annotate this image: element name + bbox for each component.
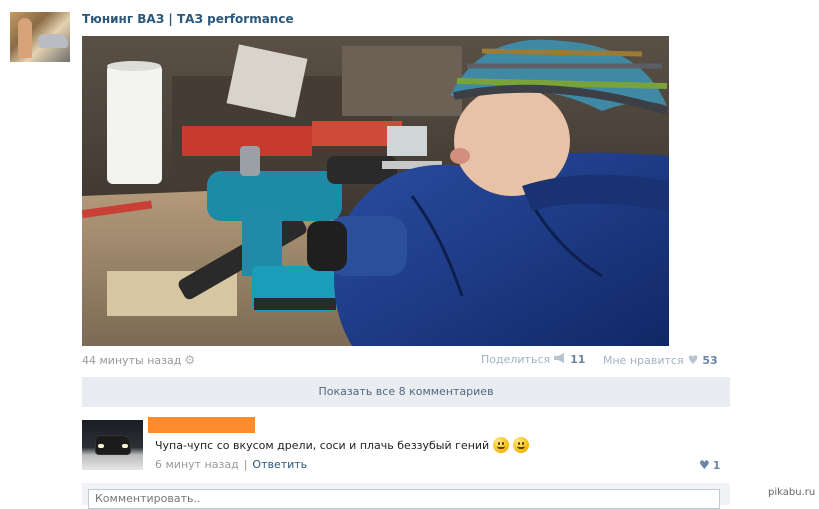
wink-emoji-icon bbox=[513, 437, 530, 453]
share-count: 11 bbox=[570, 353, 586, 366]
post-time-text: 44 минуты назад bbox=[82, 353, 182, 367]
comment-input-area bbox=[82, 483, 730, 509]
comment-input[interactable] bbox=[88, 488, 720, 509]
like-label: Мне нравится bbox=[603, 353, 684, 367]
commenter-avatar[interactable] bbox=[82, 420, 143, 470]
reply-link[interactable]: Ответить bbox=[252, 458, 307, 471]
like-count: 53 bbox=[702, 353, 718, 367]
comment-like-button[interactable]: ♥ 1 bbox=[699, 458, 720, 472]
gear-icon[interactable]: ⚙ bbox=[184, 353, 195, 367]
comment-text: Чупа-чупс со вкусом дрели, соси и плачь … bbox=[155, 438, 490, 452]
heart-icon: ♥ bbox=[687, 353, 699, 367]
photo-illustration bbox=[82, 36, 669, 346]
comment-meta-separator: | bbox=[243, 458, 248, 471]
avatar-car bbox=[38, 34, 68, 48]
comment-meta: 6 минут назад | Ответить bbox=[155, 458, 307, 471]
heart-icon: ♥ bbox=[699, 458, 710, 472]
show-all-comments-button[interactable]: Показать все 8 комментариев bbox=[82, 377, 730, 407]
avatar-headlight bbox=[98, 444, 104, 448]
grin-emoji-icon bbox=[493, 437, 510, 453]
comment-like-count: 1 bbox=[712, 458, 721, 472]
share-button[interactable]: Поделиться 11 bbox=[481, 353, 585, 366]
post-photo[interactable] bbox=[82, 36, 669, 346]
comment-time: 6 минут назад bbox=[155, 458, 239, 471]
share-label: Поделиться bbox=[481, 353, 551, 366]
watermark: pikabu.ru bbox=[768, 487, 816, 498]
megaphone-icon bbox=[554, 353, 566, 366]
comment-body: Чупа-чупс со вкусом дрели, соси и плачь … bbox=[155, 437, 530, 453]
commenter-name-redacted bbox=[148, 417, 255, 433]
post-timestamp: 44 минуты назад ⚙ bbox=[82, 353, 195, 367]
avatar-headlight bbox=[122, 444, 128, 448]
like-button[interactable]: Мне нравится ♥ 53 bbox=[603, 353, 718, 367]
avatar-figure bbox=[18, 18, 32, 58]
group-name-link[interactable]: Тюнинг ВАЗ | ТАЗ performance bbox=[82, 12, 294, 26]
group-avatar[interactable] bbox=[10, 12, 70, 62]
